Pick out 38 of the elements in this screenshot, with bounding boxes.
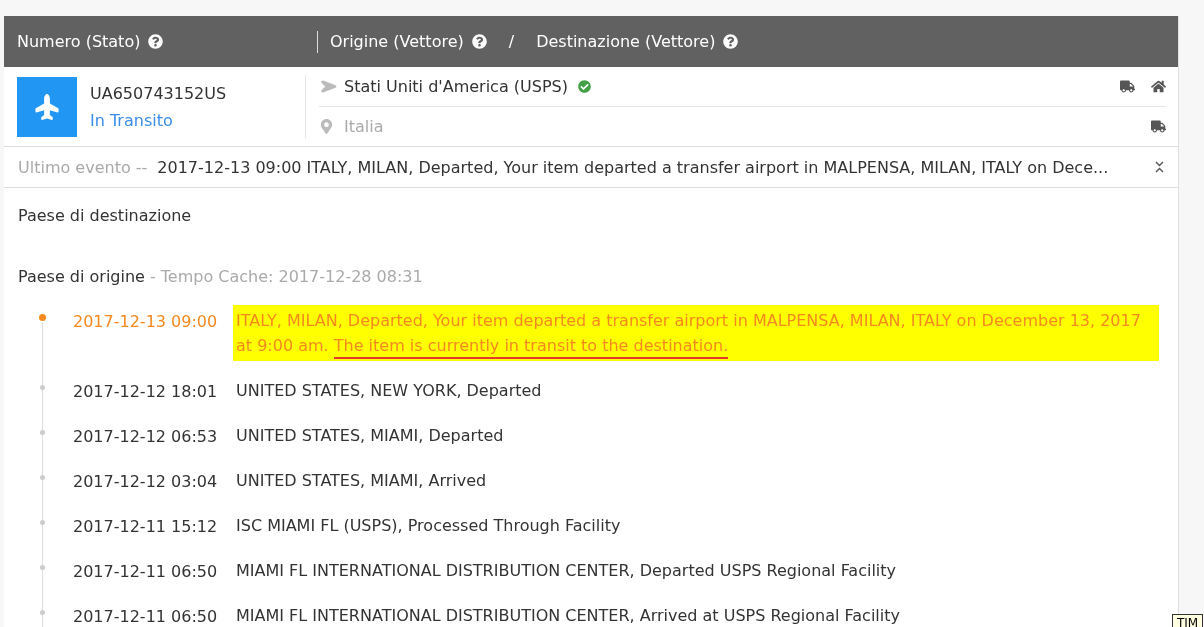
event-description: UNITED STATES, MIAMI, Arrived xyxy=(236,470,488,492)
origin-country: Stati Uniti d'America (USPS) xyxy=(344,77,568,96)
truck-icon[interactable] xyxy=(1120,79,1135,94)
event-description: MIAMI FL INTERNATIONAL DISTRIBUTION CENTER, Departed USPS Regional Facility xyxy=(236,560,898,582)
status-text: In Transito xyxy=(90,110,174,130)
event-time: 2017-12-11 15:12 xyxy=(73,517,219,538)
event-description: MIAMI FL INTERNATIONAL DISTRIBUTION CENTER, Arrived at USPS Regional Facility xyxy=(236,605,901,627)
event-time: 2017-12-11 06:50 xyxy=(73,607,219,627)
section-title: Paese di destinazione xyxy=(17,205,193,225)
send-icon xyxy=(319,79,334,94)
event-description: ITALY, MILAN, Departed, Your item departed a transfer airport in MALPENSA, MILAN, ITALY on December 13, 2017 at 9:00 am. The item is currently in transit to the destination. xyxy=(236,308,1156,358)
help-icon[interactable] xyxy=(723,34,739,49)
separator-text: / xyxy=(508,32,515,51)
location-pin-icon xyxy=(319,119,334,134)
truck-icon[interactable] xyxy=(1151,119,1166,134)
column-title: Numero (Stato) xyxy=(17,32,141,51)
home-icon[interactable] xyxy=(1151,79,1166,94)
event-time: 2017-12-12 18:01 xyxy=(73,382,219,403)
event-time: 2017-12-12 03:04 xyxy=(73,472,219,493)
column-title: Destinazione (Vettore) xyxy=(536,32,716,51)
plane-icon xyxy=(17,76,77,137)
cache-time: - Tempo Cache: 2017-12-28 08:31 xyxy=(149,267,423,286)
help-icon[interactable] xyxy=(148,34,164,49)
last-event-text: 2017-12-13 09:00 ITALY, MILAN, Departed, Your item departed a transfer airport in MALPENSA, MILAN, ITALY on Dece... xyxy=(157,157,1110,177)
section-title: Paese di origine xyxy=(18,267,145,286)
destination-country: Italia xyxy=(344,117,384,136)
last-event-label: Ultimo evento -- xyxy=(18,157,148,177)
event-time: 2017-12-13 09:00 xyxy=(73,312,219,333)
tooltip: TIM xyxy=(1172,614,1204,627)
event-description: UNITED STATES, NEW YORK, Departed xyxy=(236,380,543,402)
collapse-icon[interactable] xyxy=(1155,161,1164,173)
event-time: 2017-12-12 06:53 xyxy=(73,427,219,448)
event-description: UNITED STATES, MIAMI, Departed xyxy=(236,425,505,447)
tracking-number: UA650743152US xyxy=(90,83,227,103)
column-title: Origine (Vettore) xyxy=(330,32,464,51)
help-icon[interactable] xyxy=(471,34,487,49)
event-description: ISC MIAMI FL (USPS), Processed Through Facility xyxy=(236,515,622,537)
event-time: 2017-12-11 06:50 xyxy=(73,562,219,583)
